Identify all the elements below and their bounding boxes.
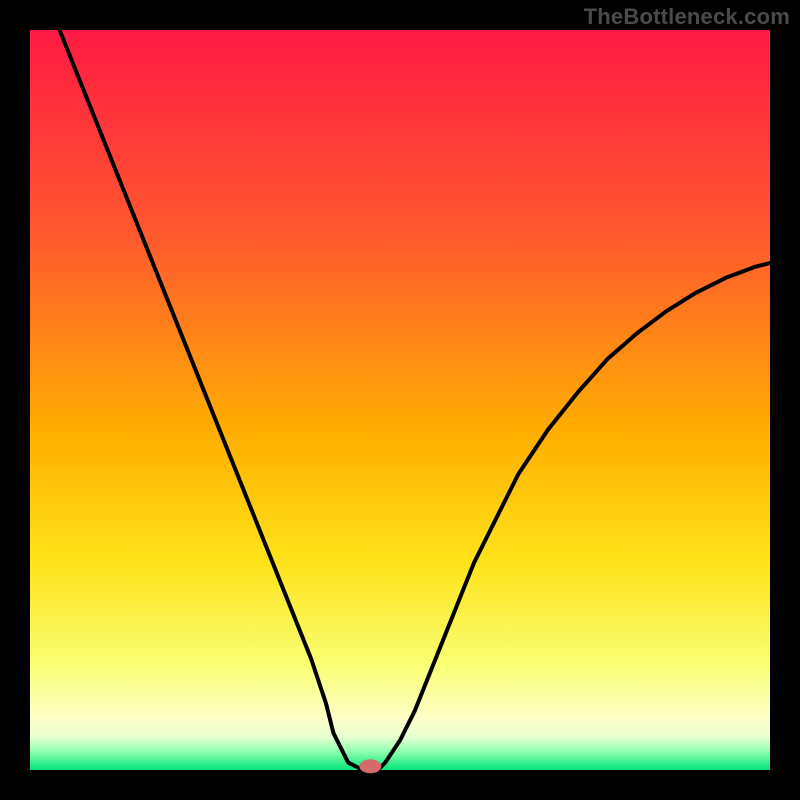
chart-frame: TheBottleneck.com: [0, 0, 800, 800]
bottleneck-chart: [0, 0, 800, 800]
minimum-marker: [359, 759, 381, 773]
gradient-background: [30, 30, 770, 770]
